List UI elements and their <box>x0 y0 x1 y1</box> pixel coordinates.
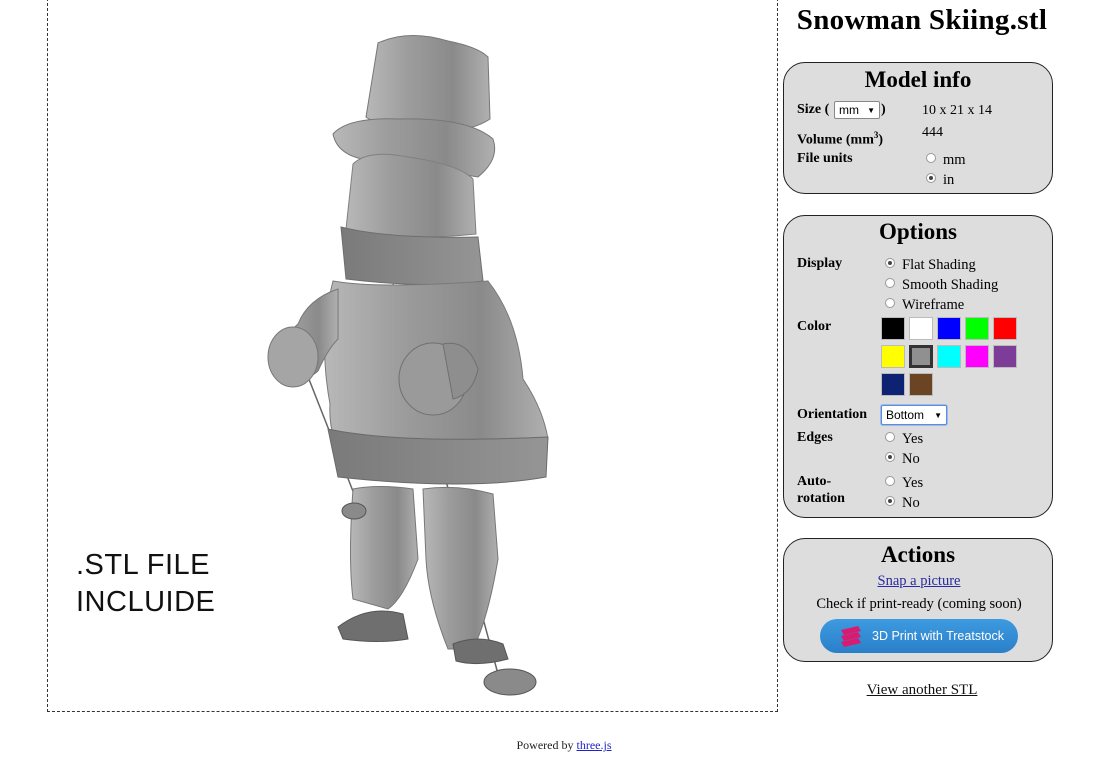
color-swatch[interactable] <box>909 317 933 340</box>
display-option-flat-shading[interactable]: Flat Shading <box>885 256 976 274</box>
actions-title: Actions <box>880 542 956 567</box>
radio-button-icon[interactable] <box>926 153 936 163</box>
treatstock-button-label: 3D Print with Treatstock <box>872 629 1004 643</box>
size-unit-select[interactable]: mm ▼ <box>834 101 880 119</box>
color-swatch[interactable] <box>881 373 905 396</box>
radio-button-icon[interactable] <box>885 476 895 486</box>
actions-panel: Actions Snap a picture Check if print-re… <box>783 538 1053 662</box>
radio-button-icon[interactable] <box>926 173 936 183</box>
radio-button-icon[interactable] <box>885 258 895 268</box>
edges-option-no[interactable]: No <box>885 450 920 468</box>
color-swatch[interactable] <box>881 317 905 340</box>
view-another-stl-link[interactable]: View another STL <box>867 682 978 698</box>
model-info-panel: Model info Size ( mm ▼ ) 10 x 21 x 14 Vol… <box>783 62 1053 194</box>
autorotation-label: Auto- rotation <box>797 474 845 506</box>
overlay-line-2: INCLUIDE <box>76 586 216 618</box>
volume-label: Volume (mm3) <box>797 130 884 148</box>
color-swatch[interactable] <box>937 345 961 368</box>
autorotation-option-label: Yes <box>902 475 924 491</box>
radio-button-icon[interactable] <box>885 432 895 442</box>
display-option-label: Smooth Shading <box>902 277 999 293</box>
autorotation-option-label: No <box>902 495 920 511</box>
powered-by-text: Powered by <box>516 738 574 752</box>
color-swatch[interactable] <box>881 345 905 368</box>
print-ready-text: Check if print-ready (coming soon) <box>816 596 1022 612</box>
edges-label: Edges <box>797 430 833 445</box>
file-title: Snowman Skiing.stl <box>796 4 1048 36</box>
model-info-title: Model info <box>864 67 972 92</box>
file-unit-option-label: in <box>943 172 955 188</box>
size-label-close: ) <box>881 102 886 117</box>
chevron-down-icon: ▼ <box>934 410 942 420</box>
edges-option-label: No <box>902 451 920 467</box>
file-unit-option-label: mm <box>943 152 966 168</box>
powered-by-footer: Powered by three.js <box>0 738 1116 753</box>
color-swatch[interactable] <box>993 345 1017 368</box>
volume-value: 444 <box>922 125 943 140</box>
display-option-label: Flat Shading <box>902 257 976 273</box>
color-swatch[interactable] <box>993 317 1017 340</box>
display-label: Display <box>797 256 843 271</box>
overlay-line-1: .STL FILE <box>76 549 210 581</box>
display-option-wireframe[interactable]: Wireframe <box>885 296 964 314</box>
color-swatch[interactable] <box>909 345 933 368</box>
radio-button-icon[interactable] <box>885 278 895 288</box>
threejs-link[interactable]: three.js <box>577 738 612 752</box>
radio-button-icon[interactable] <box>885 298 895 308</box>
view-another-container: View another STL <box>784 682 1060 699</box>
autorotation-option-no[interactable]: No <box>885 494 920 512</box>
size-label: Size ( <box>797 102 830 117</box>
options-panel: Options Display Flat Shading Smooth Shadi… <box>783 215 1053 518</box>
chevron-down-icon: ▼ <box>867 105 875 115</box>
file-units-label: File units <box>797 151 853 166</box>
color-swatch[interactable] <box>965 345 989 368</box>
color-label: Color <box>797 319 832 334</box>
radio-button-icon[interactable] <box>885 452 895 462</box>
color-swatch[interactable] <box>965 317 989 340</box>
treatstock-print-button[interactable]: 3D Print with Treatstock <box>820 619 1018 653</box>
snap-picture-link[interactable]: Snap a picture <box>878 573 961 589</box>
file-unit-option-in[interactable]: in <box>926 171 954 189</box>
edges-option-label: Yes <box>902 431 924 447</box>
orientation-label: Orientation <box>797 407 867 422</box>
color-swatch[interactable] <box>937 317 961 340</box>
stl-file-overlay-caption: .STL FILE INCLUIDE <box>76 547 215 621</box>
options-title: Options <box>879 219 957 244</box>
radio-button-icon[interactable] <box>885 496 895 506</box>
orientation-select[interactable]: Bottom ▼ <box>881 405 947 425</box>
display-option-smooth-shading[interactable]: Smooth Shading <box>885 276 998 294</box>
edges-option-yes[interactable]: Yes <box>885 430 923 448</box>
display-option-label: Wireframe <box>902 297 965 313</box>
file-unit-option-mm[interactable]: mm <box>926 151 966 169</box>
color-swatch[interactable] <box>909 373 933 396</box>
size-value: 10 x 21 x 14 <box>922 103 992 118</box>
treatstock-logo-icon <box>841 626 861 647</box>
autorotation-option-yes[interactable]: Yes <box>885 474 923 492</box>
stl-viewer-canvas[interactable]: .STL FILE INCLUIDE <box>47 0 778 712</box>
